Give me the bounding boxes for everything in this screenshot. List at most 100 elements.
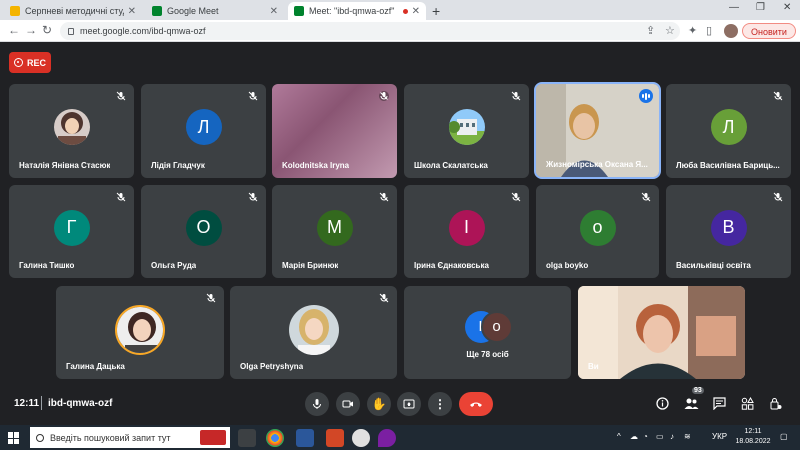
update-button[interactable]: Оновити [742,23,796,39]
close-tab-icon[interactable]: ✕ [128,6,136,17]
volume-icon[interactable]: ♪ [670,432,674,441]
meeting-code: ibd-qmwa-ozf [48,398,113,409]
participant-name: olga boyko [546,261,589,270]
taskbar-search-input[interactable]: Введіть пошуковий запит тут [30,427,230,448]
chat-button[interactable] [711,395,727,411]
recording-dot-icon [402,8,408,14]
bookmark-star-icon[interactable]: ☆ [665,24,675,37]
participant-name: Olga Petryshyna [240,362,304,371]
tab-label: Серпневі методичні студії з укр [25,6,124,16]
mic-off-icon [248,192,258,202]
clock-date: 18.08.2022 [735,438,771,445]
host-controls-icon [770,397,781,409]
participant-photo [288,304,339,355]
windows-start-icon[interactable] [8,432,20,444]
end-call-button[interactable] [459,392,493,416]
participant-name: Васильківці освіта [676,261,751,270]
new-tab-button[interactable]: + [432,3,440,19]
present-button[interactable] [397,392,421,416]
tab-meet-active[interactable]: Meet: "ibd-qmwa-ozf" ✕ [288,2,426,20]
extensions-icon[interactable]: ✦ [688,24,697,37]
self-video-tile[interactable]: Ви [578,286,745,379]
battery-icon[interactable]: ▭ [656,432,664,441]
powerpoint-icon[interactable] [326,429,344,447]
participant-tile[interactable]: Olga Petryshyna [230,286,397,379]
participant-photo [53,109,90,145]
meet-icon [294,6,304,16]
activities-icon [741,396,754,410]
participant-avatar: o [579,209,616,246]
participant-name: Марія Бринюк [282,261,339,270]
participant-tile[interactable]: Г Галина Тишко [9,185,134,278]
weather-icon[interactable]: ☁ [630,432,638,441]
notifications-icon[interactable]: ▢ [780,432,788,441]
participant-name: Ви [588,362,599,371]
participant-avatar: Л [185,109,222,145]
raise-hand-button[interactable]: ✋ [367,392,391,416]
url-field[interactable]: meet.google.com/ibd-qmwa-ozf [60,22,680,40]
back-icon[interactable]: ← [8,23,20,37]
maximize-icon[interactable]: ❐ [756,2,765,13]
participant-tile[interactable]: І Ірина Єднаковська [404,185,529,278]
participant-name: Люба Василівна Бариць... [676,161,780,170]
tab-google-meet[interactable]: Google Meet ✕ [146,2,284,20]
drop-app-icon[interactable] [378,429,396,447]
tab-methodical-studios[interactable]: Серпневі методичні студії з укр ✕ [4,2,142,20]
taskbar-clock[interactable]: 12:11 18.08.2022 [733,427,773,447]
mic-off-icon [116,192,126,202]
network-icon[interactable]: ◔ [643,432,648,441]
mic-off-icon [379,91,389,101]
task-view-icon[interactable] [238,429,256,447]
minimize-icon[interactable]: — [729,2,739,13]
speaking-indicator-icon [639,89,653,103]
mic-off-icon [379,293,389,303]
wifi-icon[interactable]: ≋ [684,432,691,441]
info-icon [655,396,669,410]
participant-tile[interactable]: Галина Дацька [56,286,224,379]
participant-avatar: о [480,310,513,343]
participant-tile[interactable]: o olga boyko [536,185,659,278]
mic-off-icon [248,91,258,101]
participant-tile[interactable]: М Марія Бринюк [272,185,397,278]
participant-tile[interactable]: Л Люба Василівна Бариць... [666,84,791,178]
side-panel-icon[interactable]: ▯ [706,24,712,37]
self-video [578,286,745,379]
app-icon[interactable] [352,429,370,447]
host-controls-button[interactable] [767,395,783,411]
share-icon[interactable]: ⇪ [646,24,655,37]
close-tab-icon[interactable]: ✕ [270,6,278,17]
mic-off-icon [773,192,783,202]
mic-button[interactable] [305,392,329,416]
profile-avatar[interactable] [724,24,738,38]
close-tab-icon[interactable]: ✕ [412,6,420,17]
meeting-details-button[interactable] [654,395,670,411]
tab-label: Meet: "ibd-qmwa-ozf" [309,6,395,16]
more-participants-tile[interactable]: І о Ще 78 осіб [404,286,571,379]
participant-tile[interactable]: Л Лідія Гладчук [141,84,266,178]
participant-video-tile-speaking[interactable]: Жизномірська Оксана Я... [534,82,661,179]
word-icon[interactable] [296,429,314,447]
camera-button[interactable] [336,392,360,416]
participant-video-tile[interactable]: Kolodnitska Iryna [272,84,397,178]
meet-icon [152,6,162,16]
meeting-control-bar: 12:11 ibd-qmwa-ozf ✋ ⋮ [0,387,800,425]
address-bar: ← → ↻ meet.google.com/ibd-qmwa-ozf ⇪ ☆ ✦… [0,20,800,42]
participant-tile[interactable]: Наталія Янівна Стасюк [9,84,134,178]
chrome-icon[interactable] [266,429,284,447]
participant-name: Галина Тишко [19,261,75,270]
keyboard-language[interactable]: УКР [712,432,727,441]
more-options-button[interactable]: ⋮ [428,392,452,416]
docs-icon [10,6,20,16]
tray-chevron-icon[interactable]: ^ [617,432,621,441]
close-window-icon[interactable]: ✕ [783,2,791,13]
forward-icon[interactable]: → [25,23,37,37]
participant-tile[interactable]: В Васильківці освіта [666,185,791,278]
reload-icon[interactable]: ↻ [42,23,52,37]
participant-tile[interactable]: О Ольга Руда [141,185,266,278]
people-button[interactable] [683,395,699,411]
participant-avatar: М [316,209,353,246]
participant-tile[interactable]: Школа Скалатська [404,84,529,178]
raise-hand-icon: ✋ [371,397,387,411]
meeting-time: 12:11 [14,398,40,409]
activities-button[interactable] [739,395,755,411]
